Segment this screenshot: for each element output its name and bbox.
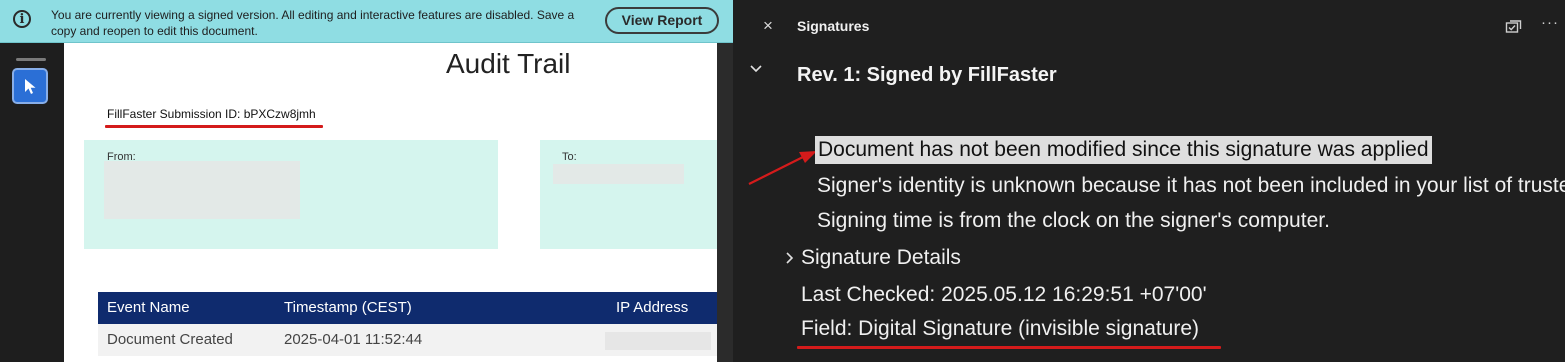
last-checked: Last Checked: 2025.05.12 16:29:51 +07'00… xyxy=(801,283,1207,306)
signed-version-notice-bar: i You are currently viewing a signed ver… xyxy=(0,0,733,43)
status-not-modified: Document has not been modified since thi… xyxy=(815,136,1432,164)
column-header: IP Address xyxy=(616,299,689,316)
panel-options-icon[interactable] xyxy=(1505,18,1523,36)
panel-title: Signatures xyxy=(797,18,870,34)
table-cell: Document Created xyxy=(107,331,233,348)
signature-details-toggle[interactable]: Signature Details xyxy=(801,246,961,270)
chevron-down-icon[interactable] xyxy=(749,63,763,75)
column-header: Event Name xyxy=(107,299,190,316)
signatures-panel: × Signatures ··· Rev. 1: Signed by FillF… xyxy=(733,0,1565,362)
redacted-block xyxy=(605,332,711,350)
to-label: To: xyxy=(562,151,577,163)
page-title: Audit Trail xyxy=(446,48,571,79)
info-icon: i xyxy=(13,10,31,28)
from-box: From: xyxy=(84,140,498,249)
revision-title[interactable]: Rev. 1: Signed by FillFaster xyxy=(797,64,1057,87)
status-signing-time: Signing time is from the clock on the si… xyxy=(817,209,1330,232)
document-view: i You are currently viewing a signed ver… xyxy=(0,0,733,362)
table-cell: 2025-04-01 11:52:44 xyxy=(284,331,423,348)
chevron-right-icon[interactable] xyxy=(784,251,794,265)
signature-field: Field: Digital Signature (invisible sign… xyxy=(801,317,1200,340)
redacted-block xyxy=(104,161,300,219)
cursor-arrow-icon xyxy=(25,79,36,94)
notice-message: You are currently viewing a signed versi… xyxy=(51,8,575,38)
submission-id: FillFaster Submission ID: bPXCzw8jmh xyxy=(107,107,316,121)
document-scroll-gutter[interactable] xyxy=(717,43,733,362)
more-icon[interactable]: ··· xyxy=(1541,14,1559,31)
annotation-arrow xyxy=(748,151,817,185)
to-box: To: xyxy=(540,140,717,249)
table-row: Document Created 2025-04-01 11:52:44 xyxy=(98,324,717,356)
select-tool-button[interactable] xyxy=(12,68,48,104)
table-header: Event Name Timestamp (CEST) IP Address xyxy=(98,292,717,324)
status-identity: Signer's identity is unknown because it … xyxy=(817,174,1565,197)
annotation-underline xyxy=(797,346,1221,349)
view-report-button[interactable]: View Report xyxy=(605,7,719,34)
document-page: Audit Trail FillFaster Submission ID: bP… xyxy=(64,43,717,362)
redacted-block xyxy=(553,164,684,184)
column-header: Timestamp (CEST) xyxy=(284,299,412,316)
tool-rail-handle[interactable] xyxy=(16,58,46,61)
annotation-underline xyxy=(105,125,323,128)
close-icon[interactable]: × xyxy=(763,16,773,36)
